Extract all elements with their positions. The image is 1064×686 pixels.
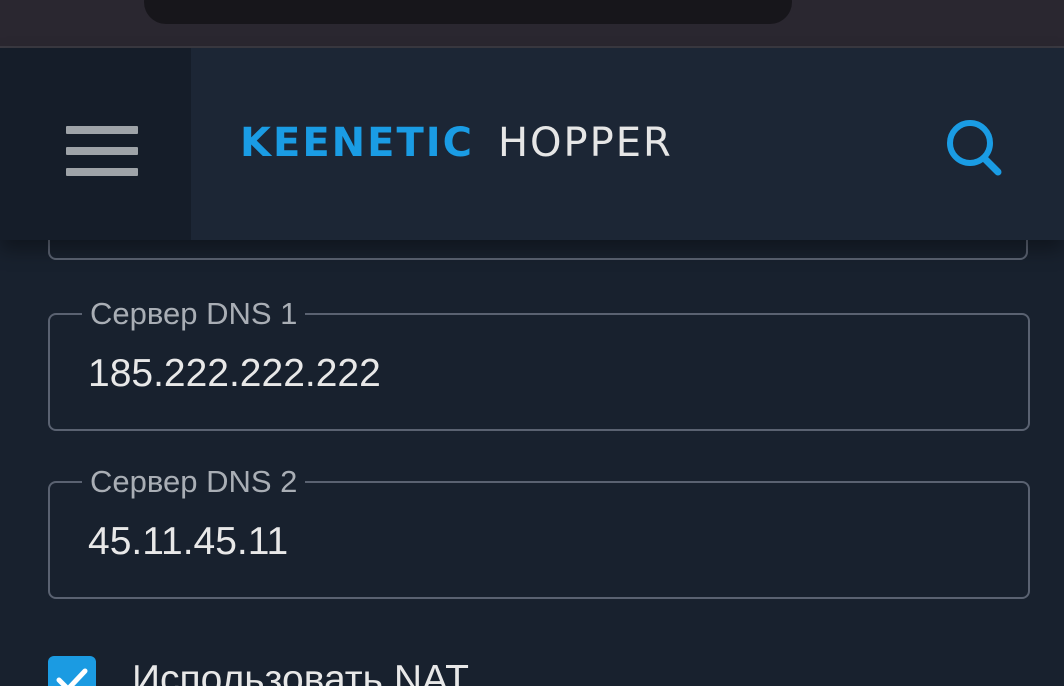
dns-server-2-field[interactable]: Сервер DNS 2 (48, 462, 1030, 599)
menu-button-area[interactable] (0, 48, 191, 240)
dns-server-2-label: Сервер DNS 2 (82, 462, 306, 502)
app-logo: KEENETIC HOPPER (240, 118, 673, 168)
logo-product-text: HOPPER (497, 120, 673, 166)
browser-top-bar (0, 0, 1064, 48)
checkmark-icon (56, 668, 88, 686)
search-icon (947, 120, 1002, 176)
search-button[interactable] (942, 116, 1006, 180)
router-settings-page: Сервер DNS 1 Сервер DNS 2 Использовать N… (0, 0, 1064, 686)
dns-server-1-field[interactable]: Сервер DNS 1 (48, 294, 1030, 431)
logo-brand-text: KEENETIC (240, 120, 474, 166)
use-nat-option[interactable]: Использовать NAT (48, 656, 948, 686)
app-header: KEENETIC HOPPER (0, 48, 1064, 240)
browser-address-bar[interactable] (144, 0, 792, 24)
hamburger-menu-icon[interactable] (66, 126, 138, 176)
use-nat-label: Использовать NAT (132, 658, 469, 686)
dns-server-2-input[interactable] (88, 517, 988, 567)
use-nat-checkbox[interactable] (48, 656, 96, 686)
dns-server-1-input[interactable] (88, 349, 988, 399)
dns-server-1-label: Сервер DNS 1 (82, 294, 306, 334)
